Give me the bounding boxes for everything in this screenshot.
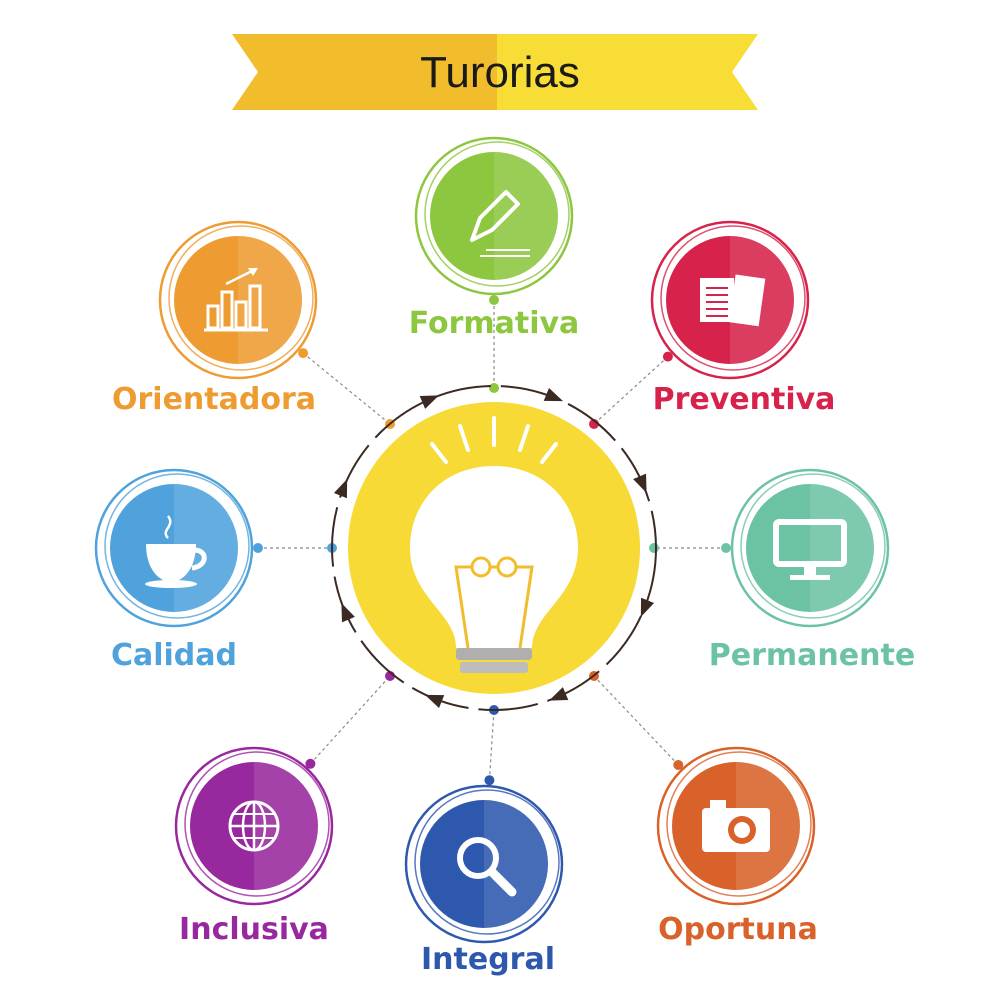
node-orientadora	[158, 220, 318, 380]
label-oportuna: Oportuna	[658, 912, 818, 947]
node-oportuna	[656, 746, 816, 906]
diagram-canvas	[94, 34, 890, 944]
node-highlight	[238, 236, 302, 364]
tutorias-diagram: Turorias Formativa Preventiva Permanente Op…	[0, 0, 1000, 1000]
node-calidad	[94, 468, 254, 628]
cycle-arrow-head	[424, 694, 445, 709]
connector-integral	[488, 709, 495, 781]
cycle-arrow-head	[549, 687, 569, 701]
globe-icon	[228, 800, 280, 852]
cycle-arrow-head	[341, 603, 355, 623]
cycle-arrow-head	[419, 395, 439, 409]
node-preventiva	[650, 220, 810, 380]
label-integral: Integral	[420, 942, 555, 977]
label-inclusiva: Inclusiva	[179, 912, 329, 947]
diagram-title: Turorias	[420, 48, 580, 97]
connector-dot-calidad	[253, 543, 263, 553]
node-integral	[404, 784, 564, 944]
node-permanente	[730, 468, 890, 628]
connector-inclusiva	[309, 675, 391, 765]
cycle-arrow-head	[633, 473, 647, 493]
node-inclusiva	[174, 746, 334, 906]
label-preventiva: Preventiva	[652, 382, 836, 417]
hub-dot-permanente	[649, 543, 659, 553]
hub-dot-formativa	[489, 383, 499, 393]
connector-dot-formativa	[489, 295, 499, 305]
cycle-arrow-head	[333, 478, 348, 499]
label-orientadora: Orientadora	[112, 382, 316, 417]
cycle-arrow-head	[640, 597, 655, 618]
node-formativa	[414, 136, 574, 296]
document-icon	[700, 274, 766, 327]
center-hub	[331, 385, 657, 711]
label-permanente: Permanente	[708, 638, 916, 673]
connector-dot-integral	[484, 775, 495, 786]
label-formativa: Formativa	[408, 306, 580, 341]
connector-dot-permanente	[721, 543, 731, 553]
cycle-arrow-head	[543, 387, 564, 402]
connector-oportuna	[593, 675, 679, 766]
label-calidad: Calidad	[110, 638, 238, 673]
